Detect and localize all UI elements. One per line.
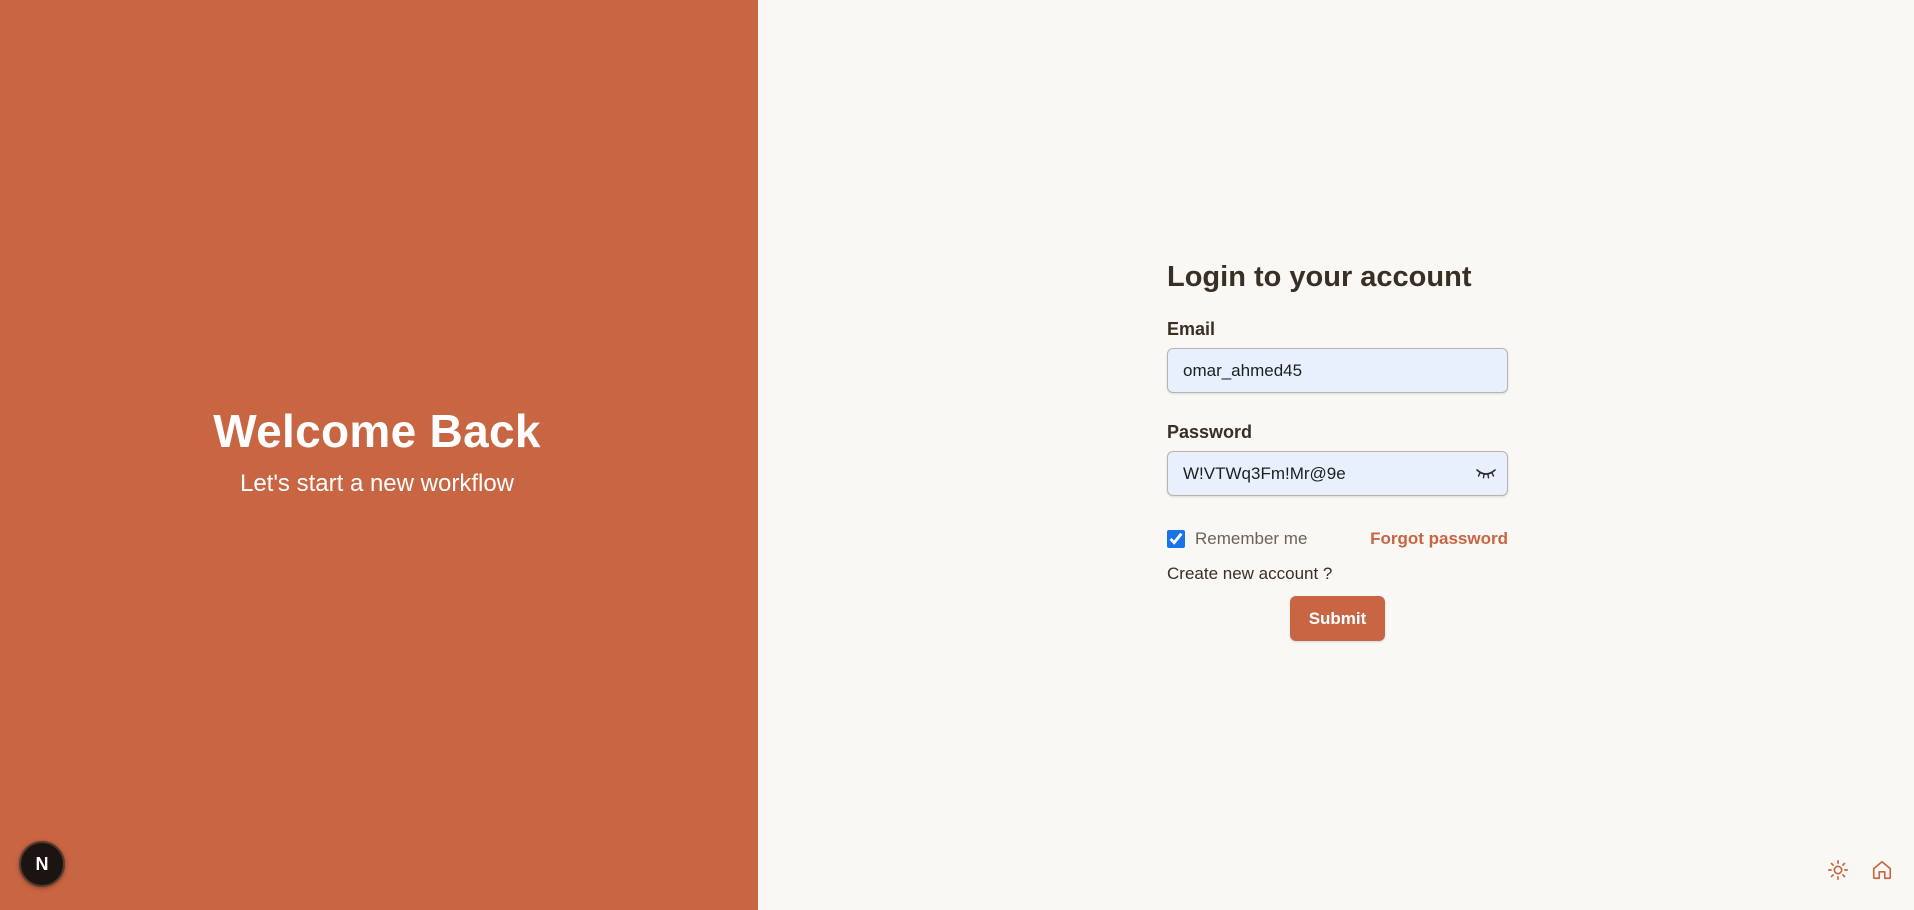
email-label: Email bbox=[1167, 319, 1216, 339]
eye-closed-icon[interactable] bbox=[1474, 463, 1498, 483]
badge-letter: N bbox=[35, 853, 49, 874]
password-field[interactable] bbox=[1167, 451, 1508, 496]
remember-me[interactable]: Remember me bbox=[1167, 529, 1307, 549]
welcome-title: Welcome Back bbox=[213, 405, 541, 457]
submit-button[interactable]: Submit bbox=[1290, 596, 1385, 641]
create-account-link[interactable]: Create new account ? bbox=[1167, 564, 1508, 584]
form-panel: Login to your account Email Password bbox=[758, 0, 1914, 910]
corner-toolbar bbox=[1826, 858, 1894, 882]
login-title: Login to your account bbox=[1167, 261, 1472, 293]
login-page: Welcome Back Let's start a new workflow … bbox=[0, 0, 1914, 910]
email-field[interactable] bbox=[1167, 348, 1508, 393]
email-field-wrapper bbox=[1167, 348, 1508, 393]
app-badge-button[interactable]: N bbox=[19, 841, 65, 887]
forgot-password-link[interactable]: Forgot password bbox=[1370, 529, 1508, 549]
remember-checkbox[interactable] bbox=[1167, 530, 1185, 548]
welcome-block: Welcome Back Let's start a new workflow bbox=[0, 403, 754, 499]
login-form: Login to your account Email Password bbox=[1167, 256, 1508, 641]
options-row: Remember me Forgot password bbox=[1167, 529, 1508, 549]
sun-icon[interactable] bbox=[1826, 858, 1850, 882]
password-field-wrapper bbox=[1167, 451, 1508, 496]
password-label: Password bbox=[1167, 422, 1253, 442]
brand-panel: Welcome Back Let's start a new workflow … bbox=[0, 0, 758, 910]
welcome-subtitle: Let's start a new workflow bbox=[239, 470, 515, 497]
submit-row: Submit bbox=[1167, 596, 1508, 641]
home-icon[interactable] bbox=[1870, 858, 1894, 882]
remember-label: Remember me bbox=[1195, 529, 1308, 548]
